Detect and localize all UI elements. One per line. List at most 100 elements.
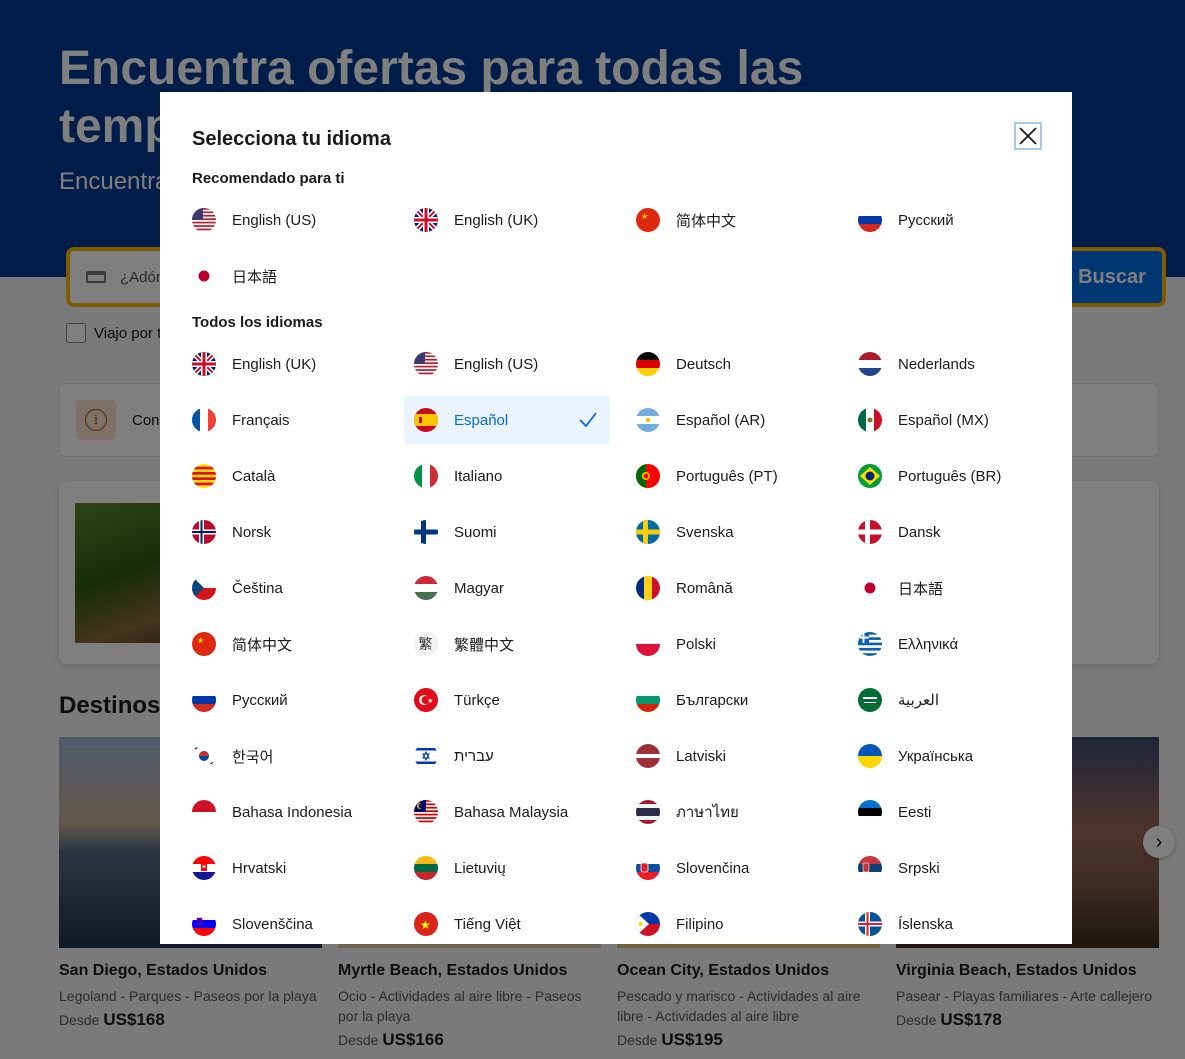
hr-flag-icon [192, 856, 216, 880]
language-label: Magyar [454, 579, 505, 597]
language-label: עברית [454, 747, 494, 765]
language-option-il[interactable]: עברית [404, 732, 610, 780]
language-label: 繁體中文 [454, 636, 515, 654]
nl-flag-icon [858, 352, 882, 376]
fi-flag-icon [414, 520, 438, 544]
language-option-ru[interactable]: Русский [182, 676, 388, 724]
language-option-sk[interactable]: Slovenčina [626, 844, 832, 892]
language-label: English (UK) [454, 211, 539, 229]
language-option-bg[interactable]: Български [626, 676, 832, 724]
language-option-jp[interactable]: 日本語 [848, 564, 1054, 612]
language-label: Português (PT) [676, 467, 778, 485]
close-button[interactable] [1014, 122, 1042, 150]
language-label: Български [676, 691, 749, 709]
language-option-dk[interactable]: Dansk [848, 508, 1054, 556]
language-label: Srpski [898, 859, 940, 877]
language-option-us[interactable]: English (US) [404, 340, 610, 388]
cz-flag-icon [192, 576, 216, 600]
language-option-cn[interactable]: ★ 简体中文 [182, 620, 388, 668]
language-option-lt[interactable]: Lietuvių [404, 844, 610, 892]
language-label: Polski [676, 635, 717, 653]
ar-flag-icon [636, 408, 660, 432]
language-label: Bahasa Malaysia [454, 803, 569, 821]
language-option-zh-trad[interactable]: 繁 繁體中文 [404, 620, 610, 668]
language-option-ua[interactable]: Українська [848, 732, 1054, 780]
language-option-id[interactable]: Bahasa Indonesia [182, 788, 388, 836]
us-flag-icon [414, 352, 438, 376]
language-label: Svenska [676, 523, 734, 541]
language-option-de[interactable]: Deutsch [626, 340, 832, 388]
language-option-pt[interactable]: Português (PT) [626, 452, 832, 500]
language-option-cn[interactable]: ★ 简体中文 [626, 196, 832, 244]
language-option-hr[interactable]: Hrvatski [182, 844, 388, 892]
language-option-es[interactable]: Español [404, 396, 610, 444]
language-option-fi[interactable]: Suomi [404, 508, 610, 556]
language-option-jp[interactable]: 日本語 [182, 252, 388, 300]
language-label: Català [232, 467, 276, 485]
svg-text:繁: 繁 [419, 637, 433, 653]
language-option-br[interactable]: Português (BR) [848, 452, 1054, 500]
language-option-uk[interactable]: English (UK) [182, 340, 388, 388]
dk-flag-icon [858, 520, 882, 544]
language-option-ca[interactable]: Català [182, 452, 388, 500]
language-label: Slovenčina [676, 859, 750, 877]
language-option-tr[interactable]: ★ Türkçe [404, 676, 610, 724]
de-flag-icon [636, 352, 660, 376]
language-label: Русский [898, 211, 954, 229]
language-option-vn[interactable]: ★ Tiếng Việt [404, 900, 610, 948]
language-option-no[interactable]: Norsk [182, 508, 388, 556]
language-option-cz[interactable]: Čeština [182, 564, 388, 612]
language-option-is[interactable]: Íslenska [848, 900, 1054, 948]
language-label: Lietuvių [454, 859, 506, 877]
ro-flag-icon [636, 576, 660, 600]
modal-title: Selecciona tu idioma [192, 128, 391, 150]
language-option-hu[interactable]: Magyar [404, 564, 610, 612]
language-option-sa[interactable]: العربية [848, 676, 1054, 724]
se-flag-icon [636, 520, 660, 544]
my-flag-icon [414, 800, 438, 824]
language-option-mx[interactable]: Español (MX) [848, 396, 1054, 444]
language-option-ee[interactable]: Eesti [848, 788, 1054, 836]
language-label: Latviski [676, 747, 727, 765]
language-label: Français [232, 411, 290, 429]
gr-flag-icon [858, 632, 882, 656]
language-label: Ελληνικά [898, 635, 959, 653]
language-label: English (UK) [232, 355, 317, 373]
uk-flag-icon [414, 208, 438, 232]
language-option-gr[interactable]: Ελληνικά [848, 620, 1054, 668]
fr-flag-icon [192, 408, 216, 432]
language-option-us[interactable]: English (US) [182, 196, 388, 244]
language-option-th[interactable]: ภาษาไทย [626, 788, 832, 836]
language-label: Čeština [232, 579, 283, 597]
language-option-ro[interactable]: Română [626, 564, 832, 612]
language-option-fr[interactable]: Français [182, 396, 388, 444]
language-option-it[interactable]: Italiano [404, 452, 610, 500]
recommended-language-list: English (US) English (UK) ★ 简体中文 Русский 日本語 [182, 196, 1070, 300]
language-option-ph[interactable]: Filipino [626, 900, 832, 948]
language-option-nl[interactable]: Nederlands [848, 340, 1054, 388]
language-label: 简体中文 [232, 636, 293, 654]
language-option-pl[interactable]: Polski [626, 620, 832, 668]
language-option-si[interactable]: Slovenščina [182, 900, 388, 948]
language-option-uk[interactable]: English (UK) [404, 196, 610, 244]
language-label: 한국어 [232, 748, 274, 766]
language-option-rs[interactable]: Srpski [848, 844, 1054, 892]
language-option-kr[interactable]: 한국어 [182, 732, 388, 780]
language-label: Nederlands [898, 355, 975, 373]
language-option-ru[interactable]: Русский [848, 196, 1054, 244]
language-label: Español (MX) [898, 411, 989, 429]
all-language-list: English (UK) English (US) Deutsch Nederland… [182, 340, 1070, 948]
language-option-se[interactable]: Svenska [626, 508, 832, 556]
language-option-ar[interactable]: Español (AR) [626, 396, 832, 444]
language-option-my[interactable]: Bahasa Malaysia [404, 788, 610, 836]
ru-flag-icon [858, 208, 882, 232]
id-flag-icon [192, 800, 216, 824]
language-option-lv[interactable]: Latviski [626, 732, 832, 780]
language-label: Filipino [676, 915, 724, 933]
cn-flag-icon: ★ [192, 632, 216, 656]
sk-flag-icon [636, 856, 660, 880]
it-flag-icon [414, 464, 438, 488]
il-flag-icon [414, 744, 438, 768]
lt-flag-icon [414, 856, 438, 880]
close-icon [1019, 127, 1037, 145]
